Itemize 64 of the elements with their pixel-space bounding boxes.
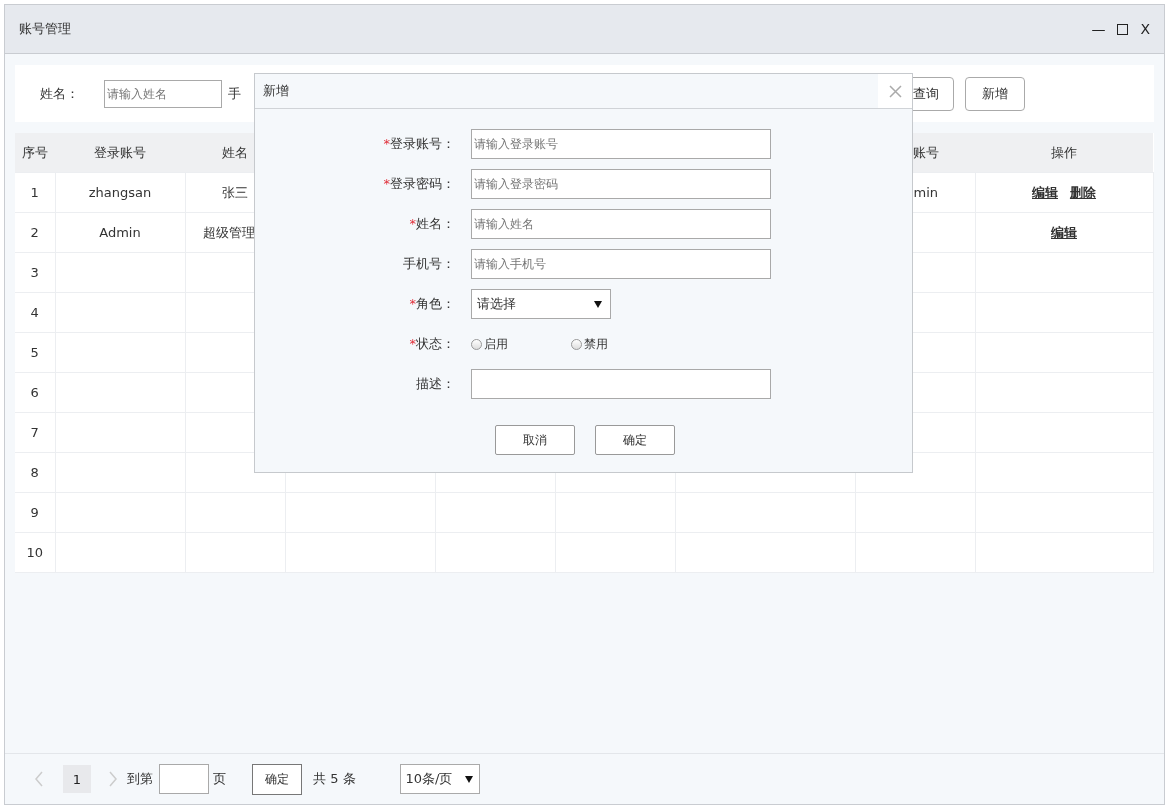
row-number: 4 <box>30 305 39 320</box>
field-label: *姓名： <box>408 215 456 233</box>
row-number: 7 <box>30 425 39 440</box>
row-number: 2 <box>30 225 39 240</box>
text-field[interactable] <box>471 369 771 399</box>
dialog-button[interactable]: 取消 <box>495 425 575 455</box>
close-button[interactable] <box>878 74 912 108</box>
row-number: 10 <box>26 545 43 560</box>
field-label: *登录密码： <box>382 175 456 193</box>
page-size-select[interactable]: 10条/页 <box>399 764 480 794</box>
column-header: 账号 <box>913 144 939 160</box>
action-link[interactable]: 编辑 <box>1032 184 1058 200</box>
table-cell: Admin <box>99 225 141 240</box>
radio-label: 启用 <box>484 335 508 353</box>
action-link[interactable]: 删除 <box>1070 184 1096 200</box>
row-number: 6 <box>30 385 39 400</box>
confirm-button[interactable]: 确定 <box>252 763 302 795</box>
total-count: 共 5 条 <box>313 770 356 788</box>
window-title: 账号管理 <box>19 20 72 38</box>
dropdown-arrow-icon <box>464 775 473 783</box>
text-field[interactable]: 请输入姓名 <box>471 209 771 239</box>
field-label: 姓名： <box>40 84 80 103</box>
chevron-right-icon[interactable] <box>107 771 119 787</box>
dropdown-arrow-icon <box>594 300 602 308</box>
field-label: 手 <box>228 84 241 103</box>
table-cell: 超级管理 <box>202 224 255 240</box>
text-field[interactable]: 请输入手机号 <box>471 249 771 279</box>
role-select[interactable]: 请选择 <box>471 289 611 319</box>
field-label: *状态： <box>408 335 456 353</box>
chevron-left-icon[interactable] <box>33 771 45 787</box>
radio-label: 禁用 <box>584 335 608 353</box>
radio-button[interactable] <box>471 338 482 350</box>
add-button[interactable]: 新增 <box>965 76 1025 111</box>
close-icon[interactable] <box>888 84 902 98</box>
table-cell: zhangsan <box>88 185 152 200</box>
action-link[interactable]: 编辑 <box>1051 224 1077 240</box>
goto-label: 到第 <box>127 770 153 788</box>
page-number[interactable]: 1 <box>63 765 91 793</box>
radio-button[interactable] <box>571 338 582 350</box>
page-field[interactable] <box>159 764 209 794</box>
text-field[interactable]: 请输入登录账号 <box>471 129 771 159</box>
minimize-button[interactable]: — <box>1091 21 1106 37</box>
field-label: 手机号： <box>402 255 456 273</box>
dialog-title: 新增 <box>263 82 290 100</box>
row-number: 8 <box>30 465 39 480</box>
field-label: *角色： <box>408 295 456 313</box>
name-field[interactable]: 请输入姓名 <box>104 79 222 108</box>
dialog-button[interactable]: 确定 <box>595 425 675 455</box>
row-number: 3 <box>30 265 39 280</box>
field-label: *登录账号： <box>382 135 456 153</box>
text-field[interactable]: 请输入登录密码 <box>471 169 771 199</box>
field-label: 描述： <box>415 375 456 393</box>
row-number: 9 <box>30 505 39 520</box>
table-cell: min <box>913 185 938 200</box>
column-header: 姓名 <box>222 144 248 160</box>
maximize-icon[interactable] <box>1117 23 1129 35</box>
page-unit-label: 页 <box>213 770 226 788</box>
table-cell: 张三 <box>222 184 248 200</box>
row-number: 5 <box>30 345 39 360</box>
column-header: 登录账号 <box>94 144 146 160</box>
close-button[interactable]: X <box>1140 21 1150 37</box>
row-number: 1 <box>30 185 39 200</box>
column-header: 操作 <box>1051 144 1077 160</box>
column-header: 序号 <box>22 144 48 160</box>
